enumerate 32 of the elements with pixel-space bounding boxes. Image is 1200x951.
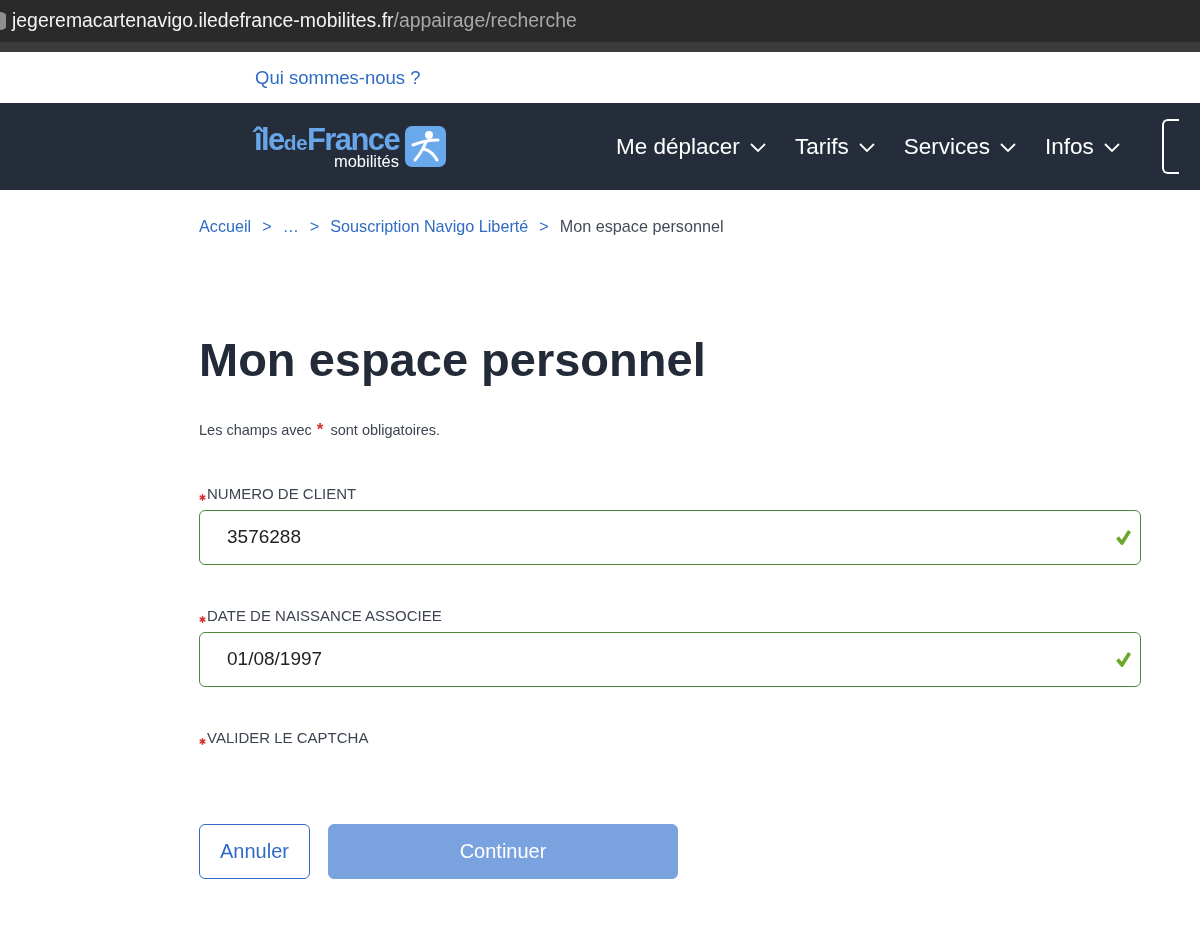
nav-menu-item[interactable]: Services bbox=[903, 129, 1016, 164]
field-label: VALIDER LE CAPTCHA bbox=[207, 728, 369, 747]
outlined-button[interactable] bbox=[1161, 119, 1179, 174]
checkmark-icon bbox=[1116, 650, 1131, 667]
input-field[interactable]: 3576288 bbox=[199, 509, 1141, 565]
breadcrumb-separator: > bbox=[309, 216, 320, 236]
cancel-button[interactable]: Annuler bbox=[199, 823, 310, 879]
breadcrumb-current: Mon espace personnel bbox=[559, 216, 724, 236]
breadcrumb-link[interactable]: Souscription Navigo Liberté bbox=[330, 216, 529, 236]
logo-wordmark: îledeFrance bbox=[254, 123, 400, 155]
field-label: NUMERO DE CLIENT bbox=[207, 484, 357, 503]
logo[interactable]: îledeFrance mobilités bbox=[254, 123, 447, 170]
breadcrumb-separator: > bbox=[262, 216, 272, 236]
nav-menu-item[interactable]: Infos bbox=[1044, 129, 1120, 164]
logo-tagline: mobilités bbox=[332, 152, 400, 170]
chevron-down-icon bbox=[749, 143, 766, 153]
chevron-down-icon bbox=[999, 143, 1016, 153]
nav-menu-item[interactable]: Tarifs bbox=[794, 129, 875, 164]
page-title: Mon espace personnel bbox=[199, 332, 707, 388]
input-field[interactable]: 01/08/1997 bbox=[199, 631, 1141, 687]
checkmark-icon bbox=[1116, 528, 1131, 545]
address-url[interactable]: jegeremacartenavigo.iledefrance-mobilites.fr/appairage/recherche bbox=[12, 6, 577, 36]
breadcrumb-link[interactable]: Accueil bbox=[199, 216, 252, 236]
breadcrumb-link[interactable]: … bbox=[282, 216, 299, 236]
walking-figure-icon bbox=[405, 126, 447, 167]
chevron-down-icon bbox=[1103, 143, 1120, 153]
nav-menu-item[interactable]: Me déplacer bbox=[616, 129, 766, 164]
required-fields-note: Les champs avec * sont obligatoires. bbox=[199, 419, 442, 442]
about-link[interactable]: Qui sommes-nous ? bbox=[255, 63, 421, 92]
field-label: DATE DE NAISSANCE ASSOCIEE bbox=[207, 606, 442, 625]
breadcrumb-separator: > bbox=[539, 216, 549, 236]
chevron-down-icon bbox=[858, 143, 875, 153]
